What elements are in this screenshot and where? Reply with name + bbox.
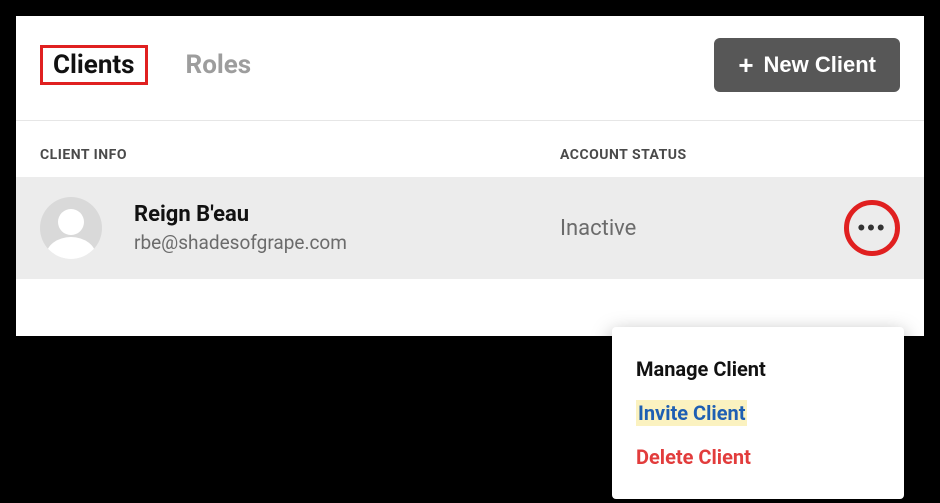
client-status: Inactive (560, 216, 844, 241)
actions-dropdown: Manage Client Invite Client Delete Clien… (612, 327, 904, 499)
clients-panel: Clients Roles + New Client CLIENT INFO A… (16, 16, 924, 336)
client-row: Reign B'eau rbe@shadesofgrape.com Inacti… (16, 177, 924, 279)
new-client-label: New Client (764, 52, 876, 78)
column-account-status: ACCOUNT STATUS (560, 147, 900, 163)
client-info-cell: Reign B'eau rbe@shadesofgrape.com (134, 202, 560, 254)
avatar (40, 197, 102, 259)
menu-invite-label: Invite Client (636, 400, 747, 426)
tab-roles[interactable]: Roles (180, 48, 258, 82)
column-headers: CLIENT INFO ACCOUNT STATUS (16, 121, 924, 177)
plus-icon: + (738, 52, 753, 78)
column-client-info: CLIENT INFO (40, 147, 560, 163)
menu-manage-client[interactable]: Manage Client (612, 347, 904, 391)
new-client-button[interactable]: + New Client (714, 38, 900, 92)
client-email: rbe@shadesofgrape.com (134, 231, 560, 254)
client-name: Reign B'eau (134, 202, 560, 227)
panel-header: Clients Roles + New Client (16, 16, 924, 121)
tabs: Clients Roles (40, 45, 257, 85)
tab-clients[interactable]: Clients (40, 45, 148, 85)
menu-invite-client[interactable]: Invite Client (612, 391, 904, 435)
more-actions-button[interactable]: ••• (852, 208, 892, 248)
more-actions-wrap: ••• (844, 200, 900, 256)
menu-delete-client[interactable]: Delete Client (612, 435, 904, 479)
